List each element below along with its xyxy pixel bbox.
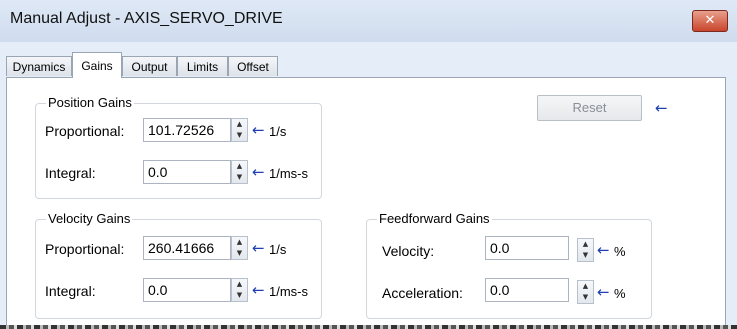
position-gains-title: Position Gains — [46, 95, 134, 110]
gains-panel: Reset ← Position Gains Proportional: ▲ ▼… — [6, 77, 726, 329]
feedforward-velocity-input[interactable] — [485, 236, 569, 260]
position-proportional-input[interactable] — [143, 118, 231, 142]
velocity-integral-stepper[interactable]: ▲ ▼ — [231, 278, 248, 302]
velocity-proportional-input[interactable] — [143, 236, 231, 260]
velocity-integral-label: Integral: — [45, 283, 96, 299]
tab-gains[interactable]: Gains — [72, 52, 122, 78]
spin-down-icon[interactable]: ▼ — [578, 292, 593, 303]
position-integral-stepper[interactable]: ▲ ▼ — [231, 160, 248, 184]
velocity-proportional-stepper[interactable]: ▲ ▼ — [231, 236, 248, 260]
spin-up-icon[interactable]: ▲ — [578, 281, 593, 292]
position-proportional-unit: 1/s — [269, 124, 287, 139]
cropped-bottom-edge — [0, 325, 737, 329]
position-proportional-arrow-icon: ← — [252, 121, 265, 139]
spin-down-icon[interactable]: ▼ — [578, 250, 593, 261]
feedforward-acceleration-input[interactable] — [485, 278, 569, 302]
feedforward-gains-title: Feedforward Gains — [377, 211, 492, 226]
feedforward-acceleration-arrow-icon: ← — [597, 283, 610, 301]
position-proportional-stepper[interactable]: ▲ ▼ — [231, 118, 248, 142]
spin-up-icon[interactable]: ▲ — [232, 119, 247, 130]
velocity-integral-unit: 1/ms-s — [269, 284, 308, 299]
spin-down-icon[interactable]: ▼ — [232, 248, 247, 259]
feedforward-acceleration-stepper[interactable]: ▲ ▼ — [577, 280, 594, 304]
velocity-proportional-label: Proportional: — [45, 241, 125, 257]
manual-adjust-window: Manual Adjust - AXIS_SERVO_DRIVE ✕ Dynam… — [0, 0, 737, 329]
feedforward-acceleration-label: Acceleration: — [382, 285, 463, 301]
title-bar[interactable]: Manual Adjust - AXIS_SERVO_DRIVE ✕ — [0, 0, 737, 42]
spin-up-icon[interactable]: ▲ — [578, 239, 593, 250]
close-button[interactable]: ✕ — [692, 10, 728, 32]
reset-arrow-icon: ← — [655, 99, 668, 117]
position-proportional-label: Proportional: — [45, 123, 125, 139]
feedforward-velocity-stepper[interactable]: ▲ ▼ — [577, 238, 594, 262]
velocity-integral-input[interactable] — [143, 278, 231, 302]
close-icon: ✕ — [704, 13, 716, 28]
velocity-gains-group: Velocity Gains — [35, 211, 322, 319]
tab-strip: Dynamics Gains Output Limits Offset — [6, 52, 726, 78]
feedforward-velocity-label: Velocity: — [382, 243, 435, 259]
feedforward-velocity-arrow-icon: ← — [597, 241, 610, 259]
reset-button[interactable]: Reset — [537, 95, 642, 121]
spin-up-icon[interactable]: ▲ — [232, 237, 247, 248]
velocity-integral-arrow-icon: ← — [252, 281, 265, 299]
spin-down-icon[interactable]: ▼ — [232, 130, 247, 141]
window-title: Manual Adjust - AXIS_SERVO_DRIVE — [10, 10, 283, 27]
spin-up-icon[interactable]: ▲ — [232, 161, 247, 172]
feedforward-acceleration-unit: % — [614, 286, 626, 301]
position-integral-input[interactable] — [143, 160, 231, 184]
position-integral-label: Integral: — [45, 165, 96, 181]
feedforward-velocity-unit: % — [614, 244, 626, 259]
tab-output[interactable]: Output — [122, 56, 177, 76]
velocity-proportional-arrow-icon: ← — [252, 239, 265, 257]
feedforward-gains-group: Feedforward Gains — [366, 211, 652, 319]
tab-limits[interactable]: Limits — [177, 56, 228, 76]
spin-up-icon[interactable]: ▲ — [232, 279, 247, 290]
spin-down-icon[interactable]: ▼ — [232, 172, 247, 183]
velocity-proportional-unit: 1/s — [269, 242, 287, 257]
position-integral-arrow-icon: ← — [252, 163, 265, 181]
spin-down-icon[interactable]: ▼ — [232, 290, 247, 301]
tab-dynamics[interactable]: Dynamics — [6, 56, 72, 76]
velocity-gains-title: Velocity Gains — [46, 211, 133, 226]
position-integral-unit: 1/ms-s — [269, 166, 308, 181]
tab-offset[interactable]: Offset — [228, 56, 278, 76]
